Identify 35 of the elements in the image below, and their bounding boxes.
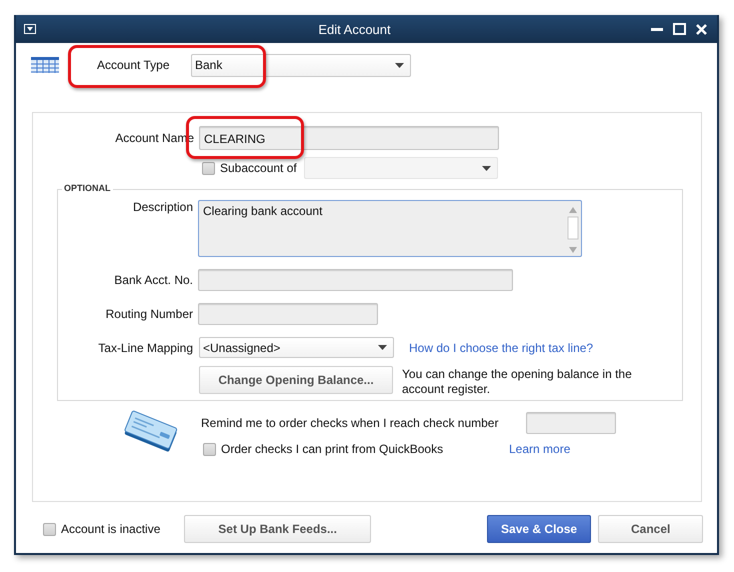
caret-icon [482, 166, 491, 170]
subaccount-checkbox[interactable] [202, 162, 215, 174]
checkbox-label: Order checks I can print from QuickBooks [221, 442, 444, 456]
caret-icon [395, 62, 404, 68]
note-text: You can change the opening balance in the account register. [402, 367, 633, 397]
field-label: Description [132, 200, 193, 214]
order-checks-checkbox[interactable] [203, 442, 216, 456]
learn-more-link[interactable]: Learn more [509, 442, 570, 456]
account-name-field[interactable]: CLEARING [199, 126, 499, 150]
description-field[interactable]: Clearing bank account [198, 200, 582, 257]
caret-icon [378, 345, 387, 350]
field-label: Routing Number [104, 307, 193, 321]
checkbox-label: Account is inactive [61, 522, 162, 536]
group-title: OPTIONAL [62, 183, 112, 193]
save-close-button[interactable]: Save & Close [486, 515, 592, 543]
bank-feeds-button[interactable]: Set Up Bank Feeds... [184, 515, 371, 543]
help-link[interactable]: How do I choose the right tax line? [409, 340, 594, 354]
check-number-field[interactable] [526, 412, 616, 434]
bank-account-field[interactable] [198, 269, 513, 291]
account-type-dropdown[interactable]: Bank [191, 54, 411, 76]
tax-line-dropdown[interactable]: <Unassigned> [199, 337, 394, 358]
maximize-icon[interactable] [673, 23, 686, 35]
system-menu-icon[interactable] [24, 24, 36, 34]
field-label: Account Type [97, 58, 170, 72]
change-opening-balance-button[interactable]: Change Opening Balance... [199, 366, 393, 394]
close-icon[interactable] [696, 24, 707, 34]
table-icon [30, 55, 60, 75]
cancel-button[interactable]: Cancel [598, 515, 704, 543]
reminder-label: Remind me to order checks when I reach check number [201, 416, 500, 430]
window-title: Edit Account [317, 22, 392, 36]
field-label: Bank Acct. No. [113, 273, 193, 287]
checkbox-label: Subaccount of [220, 161, 297, 175]
checkbook-icon [122, 410, 180, 454]
field-label: Tax-Line Mapping [97, 340, 193, 354]
routing-number-field[interactable] [198, 303, 378, 325]
